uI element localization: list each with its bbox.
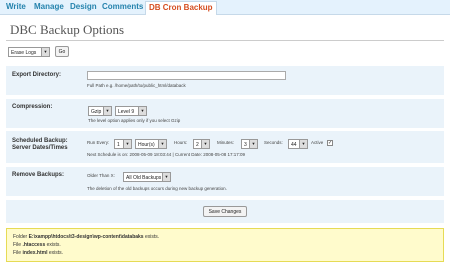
chevron-down-icon: ▼ bbox=[201, 140, 209, 148]
minutes-value: 3 bbox=[244, 142, 247, 148]
remove-backups-hint: The deletion of the old backups occurs d… bbox=[87, 186, 227, 191]
erase-logs-select-value: Erase Logs bbox=[11, 50, 37, 56]
notice-folder-prefix: Folder bbox=[13, 234, 28, 240]
notice-htaccess-file: .htaccess bbox=[22, 242, 46, 248]
chevron-down-icon: ▼ bbox=[123, 140, 131, 148]
notice-index-prefix: File bbox=[13, 250, 22, 256]
export-directory-input[interactable] bbox=[87, 71, 286, 80]
run-every-label: Run Every: bbox=[87, 140, 110, 145]
older-than-value: All Old Backups bbox=[126, 175, 162, 181]
notice-index-line: File index.html exists. bbox=[13, 250, 63, 256]
older-than-select[interactable]: All Old Backups ▼ bbox=[123, 172, 171, 182]
chevron-down-icon: ▼ bbox=[103, 107, 111, 115]
remove-backups-label: Remove Backups: bbox=[12, 172, 65, 178]
notice-htaccess-suffix: exists. bbox=[46, 242, 61, 248]
tab-manage[interactable]: Manage bbox=[34, 2, 64, 12]
notice-htaccess-prefix: File bbox=[13, 242, 22, 248]
notice-index-file: index.html bbox=[22, 250, 48, 256]
minutes-select[interactable]: 3 ▼ bbox=[241, 139, 258, 149]
tab-write[interactable]: Write bbox=[6, 2, 26, 12]
seconds-select[interactable]: 44 ▼ bbox=[288, 139, 308, 149]
tab-design[interactable]: Design bbox=[70, 2, 97, 12]
active-checkbox[interactable]: ✓ bbox=[327, 140, 333, 146]
status-notice: Folder E:\xampp\htdocs\t3-design\wp-cont… bbox=[6, 228, 444, 262]
chevron-down-icon: ▼ bbox=[162, 173, 170, 181]
schedule-label: Scheduled Backup: bbox=[12, 138, 68, 144]
hours-value: 2 bbox=[196, 142, 199, 148]
older-than-label: Older Than X: bbox=[87, 173, 115, 178]
schedule-sublabel: Server Dates/Times bbox=[12, 145, 68, 151]
tab-db-cron-backup[interactable]: DB Cron Backup bbox=[145, 1, 217, 15]
interval-unit-value: Hour(s) bbox=[138, 142, 155, 148]
export-directory-hint: Full Path e.g. /home/path/to/public_html… bbox=[87, 83, 186, 88]
seconds-value: 44 bbox=[291, 142, 297, 148]
erase-logs-select[interactable]: Erase Logs ▼ bbox=[8, 47, 50, 57]
chevron-down-icon: ▼ bbox=[138, 107, 146, 115]
chevron-down-icon: ▼ bbox=[158, 140, 166, 148]
hours-select[interactable]: 2 ▼ bbox=[193, 139, 210, 149]
export-directory-row: Export Directory: Full Path e.g. /home/p… bbox=[6, 66, 444, 95]
save-row: Save Changes bbox=[6, 200, 444, 223]
notice-folder-path: E:\xampp\htdocs\t3-design\wp-content\dat… bbox=[28, 234, 144, 240]
seconds-label: Seconds: bbox=[264, 140, 283, 145]
compression-level-value: Level 9 bbox=[118, 109, 135, 115]
compression-level-select[interactable]: Level 9 ▼ bbox=[115, 106, 147, 116]
chevron-down-icon: ▼ bbox=[299, 140, 307, 148]
save-changes-button[interactable]: Save Changes bbox=[203, 206, 247, 217]
run-every-value: 1 bbox=[117, 142, 120, 148]
notice-index-suffix: exists. bbox=[48, 250, 64, 256]
schedule-row: Scheduled Backup: Server Dates/Times Run… bbox=[6, 131, 444, 163]
compression-row: Compression: Gzip ▼ Level 9 ▼ The level … bbox=[6, 99, 444, 128]
interval-unit-select[interactable]: Hour(s) ▼ bbox=[135, 139, 167, 149]
tab-comments[interactable]: Comments bbox=[102, 2, 143, 12]
hours-label: Hours: bbox=[174, 140, 188, 145]
title-divider bbox=[6, 40, 444, 41]
remove-backups-row: Remove Backups: Older Than X: All Old Ba… bbox=[6, 167, 444, 196]
notice-folder-line: Folder E:\xampp\htdocs\t3-design\wp-cont… bbox=[13, 234, 159, 240]
next-schedule-text: Next Schedule is on: 2008-05-09 18:03:44… bbox=[87, 152, 246, 157]
page-title: DBC Backup Options bbox=[10, 22, 125, 37]
compression-type-value: Gzip bbox=[91, 109, 102, 115]
notice-htaccess-line: File .htaccess exists. bbox=[13, 242, 61, 248]
notice-folder-suffix: exists. bbox=[144, 234, 160, 240]
chevron-down-icon: ▼ bbox=[249, 140, 257, 148]
go-button[interactable]: Go bbox=[55, 46, 69, 57]
active-label: Active bbox=[311, 140, 324, 145]
minutes-label: Minutes: bbox=[217, 140, 235, 145]
compression-hint: The level option applies only if you sel… bbox=[88, 118, 181, 123]
top-tab-bar: Write Manage Design Comments DB Cron Bac… bbox=[0, 0, 450, 15]
compression-label: Compression: bbox=[12, 104, 53, 110]
export-directory-label: Export Directory: bbox=[12, 72, 62, 78]
compression-type-select[interactable]: Gzip ▼ bbox=[88, 106, 112, 116]
chevron-down-icon: ▼ bbox=[41, 48, 49, 56]
run-every-select[interactable]: 1 ▼ bbox=[114, 139, 132, 149]
